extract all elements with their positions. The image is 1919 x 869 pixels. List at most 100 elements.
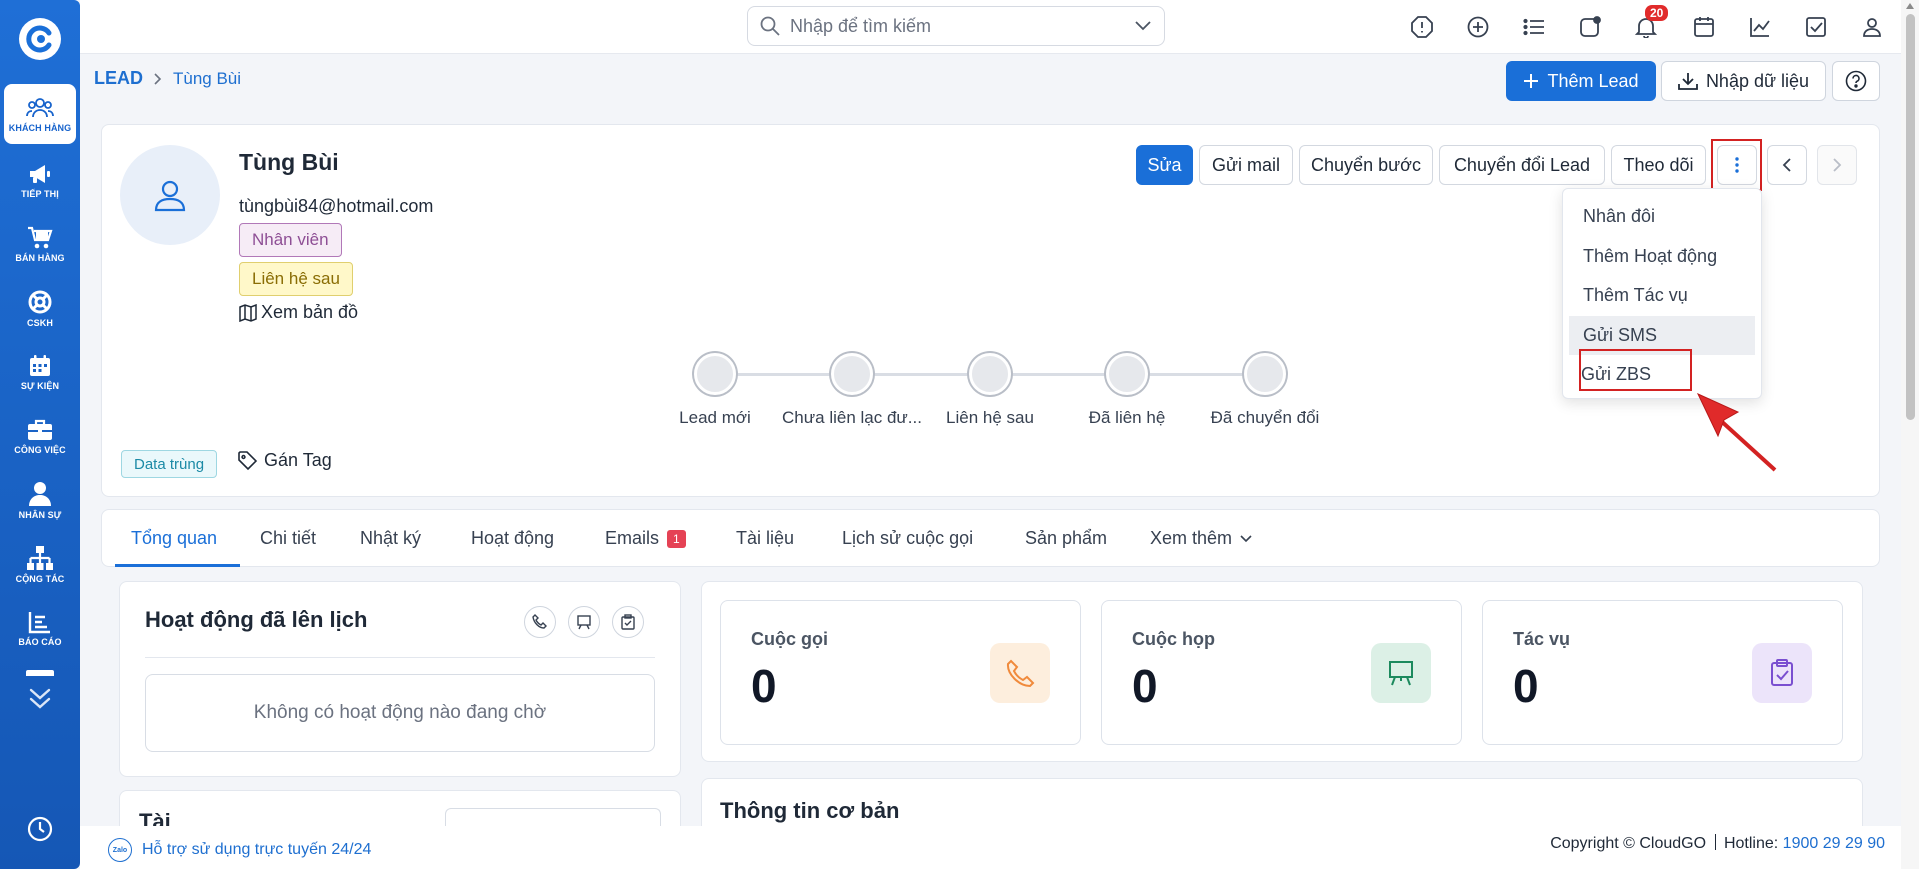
sidebar-item-reports[interactable]: BÁO CÁO: [4, 598, 76, 658]
lead-name: Tùng Bùi: [239, 149, 339, 175]
footer: Zalo Hỗ trợ sử dụng trực tuyến 24/24 Cop…: [80, 826, 1901, 869]
tab-activities[interactable]: Hoạt động: [471, 528, 554, 549]
view-map-label: Xem bản đồ: [261, 302, 359, 322]
search-icon: [760, 16, 780, 36]
convert-lead-button[interactable]: Chuyển đổi Lead: [1439, 145, 1605, 185]
move-step-button[interactable]: Chuyển bước: [1299, 145, 1433, 185]
empty-activity-message: Không có hoạt động nào đang chờ: [145, 674, 655, 752]
list-icon[interactable]: [1520, 13, 1548, 41]
report-icon: [28, 611, 50, 633]
chart-line-icon[interactable]: [1746, 13, 1774, 41]
stage-label: Đã chuyển đổi: [1210, 408, 1320, 427]
tab-label: Nhật ký: [360, 528, 422, 548]
task-status-icon[interactable]: [1576, 13, 1604, 41]
stat-title: Tác vụ: [1513, 629, 1571, 649]
cart-icon: [28, 226, 53, 248]
menu-item-add-activity[interactable]: Thêm Hoạt động: [1569, 237, 1755, 277]
tab-label: Sản phẩm: [1025, 528, 1108, 548]
tab-products[interactable]: Sản phẩm: [1025, 528, 1107, 549]
breadcrumb-root[interactable]: LEAD: [94, 68, 143, 89]
stat-calls[interactable]: Cuộc gọi 0: [720, 600, 1081, 745]
scheduled-activity-title: Hoạt động đã lên lịch: [145, 607, 368, 632]
documents-card-control[interactable]: [445, 808, 661, 826]
add-lead-button[interactable]: Thêm Lead: [1506, 61, 1656, 101]
hotline-number[interactable]: 1900 29 29 90: [1783, 835, 1885, 852]
lead-email[interactable]: tùngbùi84@hotmail.com: [239, 196, 433, 217]
stage-label: Chưa liên lạc đư...: [782, 408, 922, 427]
tab-label: Tài liệu: [736, 528, 795, 548]
sidebar-item-cskh[interactable]: CSKH: [4, 278, 76, 338]
import-data-label: Nhập dữ liệu: [1705, 70, 1810, 91]
stat-tasks[interactable]: Tác vụ 0: [1482, 600, 1843, 745]
tab-documents[interactable]: Tài liệu: [736, 528, 794, 549]
chevron-right-icon: [1833, 158, 1842, 172]
scrollbar-thumb[interactable]: [1906, 14, 1915, 420]
tab-details[interactable]: Chi tiết: [260, 528, 316, 549]
briefcase-icon: [28, 419, 52, 440]
clock-icon[interactable]: [25, 814, 55, 844]
sidebar-item-events[interactable]: SỰ KIỆN: [4, 342, 76, 402]
stage-dot[interactable]: [831, 353, 873, 395]
sidebar-item-tasks[interactable]: CÔNG VIỆC: [4, 406, 76, 466]
scrollbar[interactable]: [1901, 0, 1919, 869]
user-icon[interactable]: [1858, 13, 1886, 41]
sidebar-item-collab[interactable]: CỘNG TÁC: [4, 534, 76, 594]
view-map-link[interactable]: Xem bản đồ: [239, 302, 358, 323]
clipboard-icon[interactable]: [612, 606, 644, 638]
stage-dot[interactable]: [1106, 353, 1148, 395]
menu-item-duplicate[interactable]: Nhân đôi: [1569, 197, 1755, 237]
search-input[interactable]: Nhập để tìm kiếm: [747, 6, 1165, 46]
cloudgo-logo-icon[interactable]: [19, 18, 61, 60]
scroll-up-icon[interactable]: [1905, 2, 1915, 10]
menu-item-add-task[interactable]: Thêm Tác vụ: [1569, 276, 1755, 316]
assign-tag-label: Gán Tag: [264, 450, 332, 470]
sidebar-item-sales[interactable]: BÁN HÀNG: [4, 214, 76, 274]
tab-emails[interactable]: Emails 1: [605, 528, 686, 549]
assign-tag-button[interactable]: Gán Tag: [238, 450, 332, 471]
help-button[interactable]: [1832, 61, 1880, 101]
sidebar-item-hr[interactable]: NHÂN SỰ: [4, 470, 76, 530]
tab-log[interactable]: Nhật ký: [360, 528, 421, 549]
divider: [145, 657, 655, 658]
sidebar-item-customers[interactable]: KHÁCH HÀNG: [4, 84, 76, 144]
stat-meetings[interactable]: Cuộc họp 0: [1101, 600, 1462, 745]
next-record-button[interactable]: [1817, 145, 1857, 185]
basic-info-title: Thông tin cơ bản: [720, 798, 900, 823]
chevron-left-icon: [1782, 158, 1791, 172]
import-data-button[interactable]: Nhập dữ liệu: [1661, 61, 1826, 101]
sidebar-item-label: KHÁCH HÀNG: [8, 122, 72, 133]
top-bar: Nhập để tìm kiếm: [80, 0, 1901, 54]
tab-overview[interactable]: Tổng quan: [131, 528, 217, 549]
emails-count-badge: 1: [667, 529, 686, 548]
stat-value: 0: [1132, 660, 1158, 712]
stage-dot[interactable]: [694, 353, 736, 395]
tab-more[interactable]: Xem thêm: [1150, 528, 1252, 549]
stat-title: Cuộc họp: [1132, 629, 1215, 649]
stage-label: Liên hệ sau: [946, 408, 1034, 427]
chevron-down-icon[interactable]: [1134, 20, 1152, 32]
stage-dot[interactable]: [1244, 353, 1286, 395]
sidebar-item-marketing[interactable]: TIẾP THỊ: [4, 150, 76, 210]
sidebar-item-partial: [26, 670, 54, 676]
tag-icon: [238, 450, 258, 470]
send-mail-button[interactable]: Gửi mail: [1199, 145, 1293, 185]
alert-icon[interactable]: [1408, 13, 1436, 41]
duplicate-data-badge[interactable]: Data trùng: [121, 450, 218, 478]
edit-button[interactable]: Sửa: [1136, 145, 1193, 185]
follow-button[interactable]: Theo dõi: [1611, 145, 1706, 185]
chevrons-down-icon[interactable]: [26, 686, 54, 710]
person-icon: [29, 481, 51, 506]
plus-circle-icon[interactable]: [1464, 13, 1492, 41]
tab-label: Emails: [605, 528, 660, 548]
support-link[interactable]: Zalo Hỗ trợ sử dụng trực tuyến 24/24: [108, 838, 371, 862]
checkbox-icon[interactable]: [1802, 13, 1830, 41]
stage-dot[interactable]: [969, 353, 1011, 395]
calendar-top-icon[interactable]: [1690, 13, 1718, 41]
tab-call-history[interactable]: Lịch sử cuộc gọi: [842, 528, 973, 549]
previous-record-button[interactable]: [1767, 145, 1807, 185]
org-chart-icon: [27, 545, 53, 570]
tab-label: Tổng quan: [131, 528, 218, 548]
meeting-icon[interactable]: [568, 606, 600, 638]
phone-icon[interactable]: [524, 606, 556, 638]
question-circle-icon: [1845, 70, 1867, 92]
